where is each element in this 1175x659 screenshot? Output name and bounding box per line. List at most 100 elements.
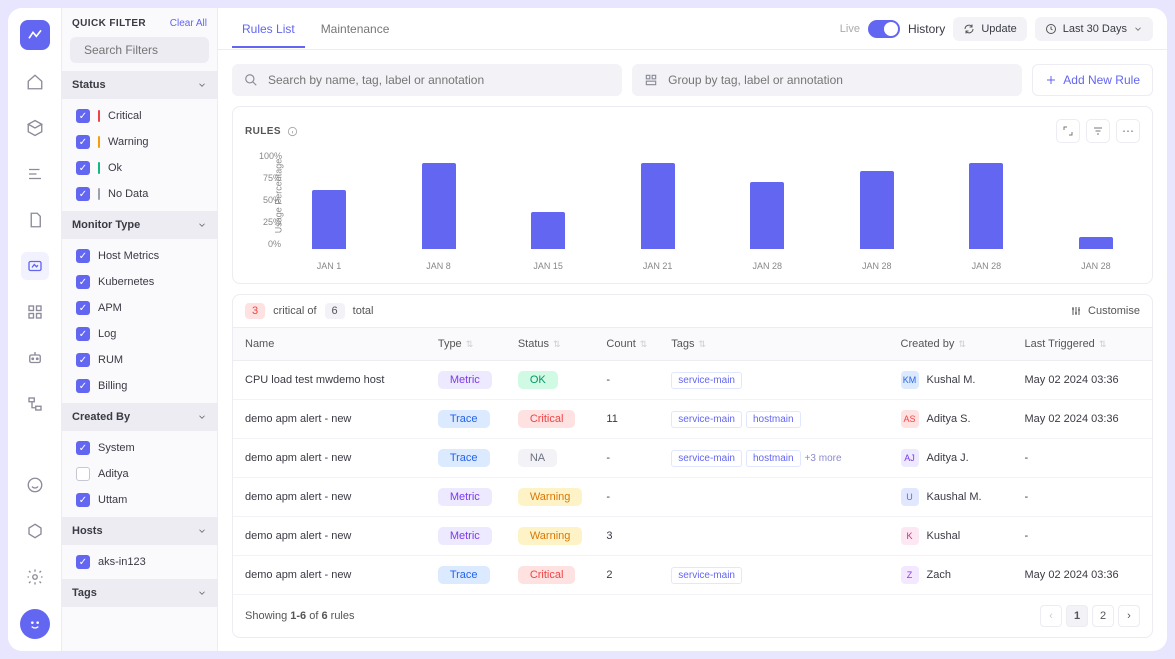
filter-monitor-apm[interactable]: ✓APM bbox=[62, 295, 217, 321]
chart-bar bbox=[312, 190, 346, 249]
filter-monitor-rum[interactable]: ✓RUM bbox=[62, 347, 217, 373]
filter-host-aks-in123[interactable]: ✓aks-in123 bbox=[62, 549, 217, 575]
nav-home-icon[interactable] bbox=[21, 68, 49, 96]
history-label: History bbox=[908, 22, 945, 36]
nav-bars-icon[interactable] bbox=[21, 160, 49, 188]
chevron-down-icon bbox=[197, 80, 207, 90]
search-icon bbox=[244, 73, 258, 87]
col-status[interactable]: Status⇅ bbox=[506, 328, 595, 361]
live-toggle[interactable] bbox=[868, 20, 900, 38]
user-avatar[interactable] bbox=[20, 609, 50, 639]
section-tags[interactable]: Tags bbox=[62, 579, 217, 607]
refresh-icon bbox=[963, 23, 975, 35]
chevron-down-icon bbox=[197, 220, 207, 230]
nav-doc-icon[interactable] bbox=[21, 206, 49, 234]
tag[interactable]: hostmain bbox=[746, 450, 801, 467]
chevron-down-icon bbox=[1133, 24, 1143, 34]
search-rules-input[interactable] bbox=[268, 73, 610, 87]
table-row[interactable]: demo apm alert - new Metric Warning 3 KK… bbox=[233, 517, 1152, 556]
table-row[interactable]: CPU load test mwdemo host Metric OK - se… bbox=[233, 361, 1152, 400]
nav-grid-icon[interactable] bbox=[21, 298, 49, 326]
nav-alert-icon[interactable] bbox=[21, 252, 49, 280]
logo[interactable] bbox=[20, 20, 50, 50]
search-rules[interactable] bbox=[232, 64, 622, 96]
filter-createdby-uttam[interactable]: ✓Uttam bbox=[62, 487, 217, 513]
filter-status-ok[interactable]: ✓Ok bbox=[62, 155, 217, 181]
chart-bar bbox=[750, 182, 784, 249]
col-type[interactable]: Type⇅ bbox=[426, 328, 506, 361]
col-last-triggered[interactable]: Last Triggered⇅ bbox=[1012, 328, 1152, 361]
filter-monitor-host-metrics[interactable]: ✓Host Metrics bbox=[62, 243, 217, 269]
filter-button[interactable] bbox=[1086, 119, 1110, 143]
rules-card-title: RULES bbox=[245, 126, 281, 137]
nav-box-icon[interactable] bbox=[21, 517, 49, 545]
col-created-by[interactable]: Created by⇅ bbox=[889, 328, 1013, 361]
filter-status-critical[interactable]: ✓Critical bbox=[62, 103, 217, 129]
table-row[interactable]: demo apm alert - new Trace NA - service-… bbox=[233, 439, 1152, 478]
chart-bar bbox=[641, 163, 675, 249]
add-rule-button[interactable]: Add New Rule bbox=[1032, 64, 1153, 96]
nav-cube-icon[interactable] bbox=[21, 114, 49, 142]
sliders-icon bbox=[1070, 305, 1082, 317]
chart-bar bbox=[969, 163, 1003, 249]
more-button[interactable]: ⋯ bbox=[1116, 119, 1140, 143]
section-status[interactable]: Status bbox=[62, 71, 217, 99]
filter-createdby-system[interactable]: ✓System bbox=[62, 435, 217, 461]
tag[interactable]: service-main bbox=[671, 372, 742, 389]
chart-bar bbox=[860, 171, 894, 249]
showing-text: Showing 1-6 of 6 rules bbox=[245, 610, 355, 622]
group-icon bbox=[644, 73, 658, 87]
more-tags[interactable]: +3 more bbox=[805, 453, 842, 464]
clock-icon bbox=[1045, 23, 1057, 35]
rules-chart: Usage Percentage 100%75%50%25%0% JAN 1JA… bbox=[245, 151, 1140, 271]
tag[interactable]: service-main bbox=[671, 411, 742, 428]
customise-button[interactable]: Customise bbox=[1070, 305, 1140, 317]
table-row[interactable]: demo apm alert - new Trace Critical 11 s… bbox=[233, 400, 1152, 439]
plus-icon bbox=[1045, 74, 1057, 86]
chevron-down-icon bbox=[197, 526, 207, 536]
col-count[interactable]: Count⇅ bbox=[594, 328, 659, 361]
chevron-down-icon bbox=[197, 412, 207, 422]
col-name[interactable]: Name bbox=[233, 328, 426, 361]
filter-status-no-data[interactable]: ✓No Data bbox=[62, 181, 217, 207]
group-by-input[interactable] bbox=[668, 73, 1010, 87]
critical-count: 3 bbox=[245, 303, 265, 319]
filter-monitor-kubernetes[interactable]: ✓Kubernetes bbox=[62, 269, 217, 295]
chart-bar bbox=[422, 163, 456, 249]
chevron-down-icon bbox=[197, 588, 207, 598]
tag[interactable]: service-main bbox=[671, 567, 742, 584]
live-label: Live bbox=[840, 23, 860, 35]
group-by[interactable] bbox=[632, 64, 1022, 96]
tab-rules-list[interactable]: Rules List bbox=[232, 10, 305, 48]
table-row[interactable]: demo apm alert - new Metric Warning - UK… bbox=[233, 478, 1152, 517]
quickfilter-title: QUICK FILTER bbox=[72, 18, 146, 29]
tag[interactable]: hostmain bbox=[746, 411, 801, 428]
nav-bot-icon[interactable] bbox=[21, 344, 49, 372]
section-hosts[interactable]: Hosts bbox=[62, 517, 217, 545]
expand-button[interactable] bbox=[1056, 119, 1080, 143]
daterange-button[interactable]: Last 30 Days bbox=[1035, 17, 1153, 41]
filter-monitor-log[interactable]: ✓Log bbox=[62, 321, 217, 347]
page-2[interactable]: 2 bbox=[1092, 605, 1114, 627]
update-button[interactable]: Update bbox=[953, 17, 1026, 41]
section-createdby[interactable]: Created By bbox=[62, 403, 217, 431]
filter-search-input[interactable] bbox=[84, 43, 218, 57]
total-count: 6 bbox=[325, 303, 345, 319]
nav-settings-icon[interactable] bbox=[21, 563, 49, 591]
page-1[interactable]: 1 bbox=[1066, 605, 1088, 627]
filter-search[interactable] bbox=[70, 37, 209, 63]
nav-flow-icon[interactable] bbox=[21, 390, 49, 418]
page-prev[interactable]: ‹ bbox=[1040, 605, 1062, 627]
filter-status-warning[interactable]: ✓Warning bbox=[62, 129, 217, 155]
tab-maintenance[interactable]: Maintenance bbox=[311, 10, 400, 48]
section-monitor[interactable]: Monitor Type bbox=[62, 211, 217, 239]
info-icon[interactable] bbox=[287, 126, 298, 137]
col-tags[interactable]: Tags⇅ bbox=[659, 328, 888, 361]
clear-all-button[interactable]: Clear All bbox=[170, 18, 207, 29]
tag[interactable]: service-main bbox=[671, 450, 742, 467]
page-next[interactable]: › bbox=[1118, 605, 1140, 627]
table-row[interactable]: demo apm alert - new Trace Critical 2 se… bbox=[233, 556, 1152, 595]
filter-monitor-billing[interactable]: ✓Billing bbox=[62, 373, 217, 399]
filter-createdby-aditya[interactable]: Aditya bbox=[62, 461, 217, 487]
nav-support-icon[interactable] bbox=[21, 471, 49, 499]
